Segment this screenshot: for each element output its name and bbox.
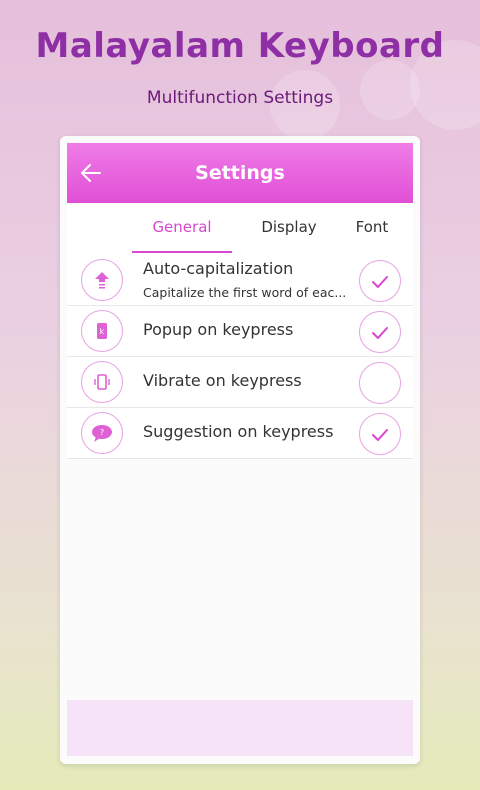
checkbox-checked[interactable] [359,260,401,302]
chat-question-icon: ? [81,412,123,454]
setting-description: Capitalize the first word of eac... [143,285,347,300]
tab-display[interactable]: Display [239,203,339,255]
phone-screen: Settings General Display Font Auto-capit… [60,136,420,764]
app-bar: Settings [67,143,413,203]
tab-font[interactable]: Font [329,203,415,255]
promo-title: Malayalam Keyboard [35,26,445,66]
svg-text:k: k [100,327,105,336]
setting-auto-capitalization[interactable]: Auto-capitalization Capitalize the first… [67,255,413,306]
svg-text:?: ? [100,428,104,437]
setting-label: Vibrate on keypress [143,371,302,390]
arrow-left-icon[interactable] [79,161,103,185]
checkbox-unchecked[interactable] [359,362,401,404]
setting-popup-on-keypress[interactable]: k Popup on keypress [67,306,413,357]
phone-vibrate-icon [81,361,123,403]
setting-label: Auto-capitalization [143,259,294,278]
checkbox-checked[interactable] [359,413,401,455]
tab-bar: General Display Font [67,203,413,255]
setting-vibrate-on-keypress[interactable]: Vibrate on keypress [67,357,413,408]
key-popup-icon: k [81,310,123,352]
setting-label: Suggestion on keypress [143,422,334,441]
checkbox-checked[interactable] [359,311,401,353]
tab-general[interactable]: General [132,203,232,255]
setting-label: Popup on keypress [143,320,294,339]
setting-suggestion-on-keypress[interactable]: ? Suggestion on keypress [67,408,413,459]
bottom-panel [67,700,413,756]
active-tab-indicator [132,251,232,253]
upload-arrow-icon [81,259,123,301]
app-title: Settings [195,162,285,184]
settings-list: Auto-capitalization Capitalize the first… [67,255,413,459]
promo-subtitle: Multifunction Settings [146,88,334,108]
